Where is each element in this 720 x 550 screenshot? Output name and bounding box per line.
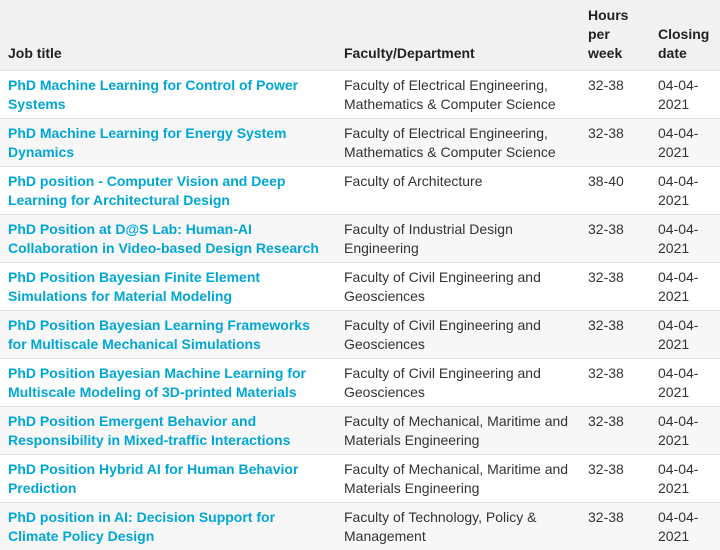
faculty-cell: Faculty of Civil Engineering and Geoscie… — [336, 359, 580, 407]
job-title-link[interactable]: PhD Position Bayesian Machine Learning f… — [8, 365, 306, 400]
table-row: PhD Position Emergent Behavior and Respo… — [0, 407, 720, 455]
faculty-cell: Faculty of Mechanical, Maritime and Mate… — [336, 407, 580, 455]
job-title-link[interactable]: PhD position - Computer Vision and Deep … — [8, 173, 285, 208]
job-title-cell: PhD Position Bayesian Learning Framework… — [0, 311, 336, 359]
hours-cell: 32-38 — [580, 119, 650, 167]
job-title-cell: PhD Position Emergent Behavior and Respo… — [0, 407, 336, 455]
job-title-cell: PhD Position Hybrid AI for Human Behavio… — [0, 455, 336, 503]
table-row: PhD Position Bayesian Finite Element Sim… — [0, 263, 720, 311]
faculty-cell: Faculty of Electrical Engineering, Mathe… — [336, 71, 580, 119]
job-title-link[interactable]: PhD Position Hybrid AI for Human Behavio… — [8, 461, 298, 496]
job-title-link[interactable]: PhD Machine Learning for Control of Powe… — [8, 77, 298, 112]
closing-date-cell: 04-04-2021 — [650, 71, 720, 119]
hours-cell: 32-38 — [580, 455, 650, 503]
table-row: PhD Position Hybrid AI for Human Behavio… — [0, 455, 720, 503]
job-title-cell: PhD Machine Learning for Energy System D… — [0, 119, 336, 167]
hours-cell: 32-38 — [580, 503, 650, 550]
closing-date-cell: 04-04-2021 — [650, 263, 720, 311]
hours-cell: 32-38 — [580, 311, 650, 359]
closing-date-cell: 04-04-2021 — [650, 119, 720, 167]
table-row: PhD Machine Learning for Energy System D… — [0, 119, 720, 167]
job-title-cell: PhD Position Bayesian Finite Element Sim… — [0, 263, 336, 311]
table-header: Job title Faculty/Department Hours per w… — [0, 0, 720, 71]
faculty-cell: Faculty of Electrical Engineering, Mathe… — [336, 119, 580, 167]
hours-cell: 32-38 — [580, 71, 650, 119]
hours-cell: 38-40 — [580, 167, 650, 215]
table-row: PhD Position Bayesian Machine Learning f… — [0, 359, 720, 407]
header-hours[interactable]: Hours per week — [580, 0, 650, 71]
faculty-cell: Faculty of Technology, Policy & Manageme… — [336, 503, 580, 550]
faculty-cell: Faculty of Mechanical, Maritime and Mate… — [336, 455, 580, 503]
hours-cell: 32-38 — [580, 263, 650, 311]
faculty-cell: Faculty of Civil Engineering and Geoscie… — [336, 263, 580, 311]
closing-date-cell: 04-04-2021 — [650, 503, 720, 550]
closing-date-cell: 04-04-2021 — [650, 215, 720, 263]
hours-cell: 32-38 — [580, 215, 650, 263]
hours-cell: 32-38 — [580, 407, 650, 455]
header-row: Job title Faculty/Department Hours per w… — [0, 0, 720, 71]
job-title-cell: PhD Machine Learning for Control of Powe… — [0, 71, 336, 119]
table-row: PhD position in AI: Decision Support for… — [0, 503, 720, 550]
table-row: PhD Position at D@S Lab: Human-AI Collab… — [0, 215, 720, 263]
job-title-cell: PhD Position Bayesian Machine Learning f… — [0, 359, 336, 407]
header-faculty[interactable]: Faculty/Department — [336, 0, 580, 71]
faculty-cell: Faculty of Civil Engineering and Geoscie… — [336, 311, 580, 359]
table-row: PhD position - Computer Vision and Deep … — [0, 167, 720, 215]
faculty-cell: Faculty of Industrial Design Engineering — [336, 215, 580, 263]
job-title-link[interactable]: PhD Machine Learning for Energy System D… — [8, 125, 287, 160]
closing-date-cell: 04-04-2021 — [650, 311, 720, 359]
table-body: PhD Machine Learning for Control of Powe… — [0, 71, 720, 550]
faculty-cell: Faculty of Architecture — [336, 167, 580, 215]
job-title-cell: PhD Position at D@S Lab: Human-AI Collab… — [0, 215, 336, 263]
closing-date-cell: 04-04-2021 — [650, 455, 720, 503]
closing-date-cell: 04-04-2021 — [650, 359, 720, 407]
job-title-link[interactable]: PhD Position Bayesian Finite Element Sim… — [8, 269, 260, 304]
job-title-link[interactable]: PhD Position at D@S Lab: Human-AI Collab… — [8, 221, 319, 256]
closing-date-cell: 04-04-2021 — [650, 407, 720, 455]
job-title-link[interactable]: PhD Position Emergent Behavior and Respo… — [8, 413, 290, 448]
table-row: PhD Position Bayesian Learning Framework… — [0, 311, 720, 359]
job-title-link[interactable]: PhD Position Bayesian Learning Framework… — [8, 317, 310, 352]
job-title-cell: PhD position - Computer Vision and Deep … — [0, 167, 336, 215]
header-job-title[interactable]: Job title — [0, 0, 336, 71]
job-title-link[interactable]: PhD position in AI: Decision Support for… — [8, 509, 275, 544]
job-listings-table: Job title Faculty/Department Hours per w… — [0, 0, 720, 550]
closing-date-cell: 04-04-2021 — [650, 167, 720, 215]
table-row: PhD Machine Learning for Control of Powe… — [0, 71, 720, 119]
header-closing-date[interactable]: Closing date — [650, 0, 720, 71]
job-title-cell: PhD position in AI: Decision Support for… — [0, 503, 336, 550]
hours-cell: 32-38 — [580, 359, 650, 407]
